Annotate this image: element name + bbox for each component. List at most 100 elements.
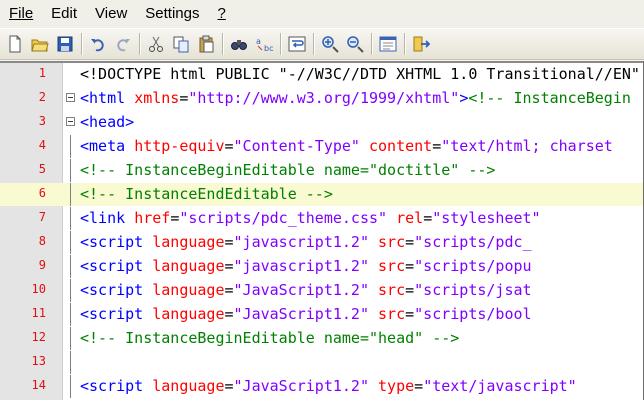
token-val: "Content-Type" <box>233 137 360 155</box>
token-val: "scripts/pdc_ <box>414 233 532 251</box>
fold-guide <box>70 183 71 206</box>
code-text: <!-- InstanceBeginEditable name="doctitl… <box>80 161 495 180</box>
code-line[interactable]: 2 <html xmlns="http://www.w3.org/1999/xht… <box>0 87 644 110</box>
copy-button[interactable] <box>170 33 192 55</box>
token-attr: src <box>378 257 406 275</box>
token-attr: href <box>134 209 171 227</box>
zoom-out-icon <box>347 36 364 53</box>
notepad-plus-window: File Edit View Settings ? a bc 1 <!DOCTYPE… <box>0 0 644 400</box>
open-folder-button[interactable] <box>29 33 51 55</box>
token-val: "http://www.w3.org/1999/xhtml" <box>188 89 460 107</box>
find-button[interactable] <box>228 33 250 55</box>
token-val: "scripts/popu <box>414 257 532 275</box>
code-text: <!-- InstanceEndEditable --> <box>80 185 333 204</box>
token-plain: = <box>224 257 234 275</box>
menu-help[interactable]: ? <box>208 2 234 26</box>
copy-icon <box>173 36 189 53</box>
svg-text:a: a <box>256 37 261 46</box>
code-line[interactable]: 13 <box>0 351 644 374</box>
zoom-in-button[interactable] <box>319 33 341 55</box>
token-attr: http-equiv <box>134 137 225 155</box>
token-attr: rel <box>396 209 424 227</box>
new-file-button[interactable] <box>4 33 26 55</box>
cut-icon <box>149 36 163 52</box>
code-text: <script language="JavaScript1.2" src="sc… <box>80 305 532 324</box>
zoom-in-icon <box>322 36 339 53</box>
menu-settings[interactable]: Settings <box>136 2 208 26</box>
token-plain: = <box>224 377 234 395</box>
token-cm: <!-- InstanceEndEditable --> <box>80 185 333 203</box>
code-line[interactable]: 12 <!-- InstanceBeginEditable name="head"… <box>0 327 644 350</box>
token-plain: = <box>405 233 415 251</box>
save-button[interactable] <box>54 33 76 55</box>
code-text: <meta http-equiv="Content-Type" content=… <box>80 137 613 156</box>
toolbar-separator <box>81 33 83 55</box>
menu-edit[interactable]: Edit <box>42 2 86 26</box>
code-line[interactable]: 3 <head> <box>0 111 644 134</box>
token-tag: <link <box>80 209 126 227</box>
token-tag: <script <box>80 233 144 251</box>
undo-button[interactable] <box>87 33 109 55</box>
token-cm: <!-- InstanceBeginEditable name="doctitl… <box>80 161 496 179</box>
menu-view[interactable]: View <box>86 2 136 26</box>
settings-window-button[interactable] <box>377 33 399 55</box>
line-number: 8 <box>38 234 46 248</box>
fold-guide <box>70 159 71 182</box>
code-text: <script language="JavaScript1.2" src="sc… <box>80 281 532 300</box>
token-tag: <script <box>80 257 144 275</box>
token-plain: = <box>405 257 415 275</box>
replace-button[interactable]: a bc <box>253 33 275 55</box>
token-tag: <script <box>80 281 144 299</box>
code-line[interactable]: 8 <script language="javascript1.2" src="s… <box>0 231 644 254</box>
code-line[interactable]: 7 <link href="scripts/pdc_theme.css" rel=… <box>0 207 644 230</box>
token-val: "text/javascript" <box>423 377 577 395</box>
code-line[interactable]: 11 <script language="JavaScript1.2" src="… <box>0 303 644 326</box>
token-plain: = <box>224 281 234 299</box>
paste-button[interactable] <box>195 33 217 55</box>
code-line[interactable]: 14 <script language="JavaScript1.2" type=… <box>0 375 644 398</box>
code-text: <!-- InstanceBeginEditable name="head" -… <box>80 329 459 348</box>
token-val: "JavaScript1.2" <box>233 305 369 323</box>
code-line[interactable]: 10 <script language="JavaScript1.2" src="… <box>0 279 644 302</box>
code-line[interactable]: 9 <script language="javascript1.2" src="s… <box>0 255 644 278</box>
token-plain: = <box>224 137 234 155</box>
open-folder-icon <box>31 39 49 52</box>
code-line[interactable]: 5 <!-- InstanceBeginEditable name="doctit… <box>0 159 644 182</box>
fold-toggle-icon[interactable] <box>66 93 75 102</box>
line-number: 11 <box>31 306 46 320</box>
exit-button[interactable] <box>410 33 432 55</box>
zoom-out-button[interactable] <box>344 33 366 55</box>
svg-text:bc: bc <box>264 44 273 53</box>
toolbar-separator <box>139 33 141 55</box>
token-plain: = <box>405 305 415 323</box>
code-text: <script language="javascript1.2" src="sc… <box>80 233 532 252</box>
fold-toggle-icon[interactable] <box>66 117 75 126</box>
code-editor[interactable]: 1 <!DOCTYPE html PUBLIC "-//W3C//DTD XHTM… <box>0 61 644 400</box>
redo-icon <box>117 39 130 52</box>
menu-file[interactable]: File <box>0 2 42 26</box>
code-line[interactable]: 1 <!DOCTYPE html PUBLIC "-//W3C//DTD XHTM… <box>0 63 644 86</box>
token-attr: content <box>369 137 433 155</box>
line-number: 10 <box>31 282 46 296</box>
fold-guide <box>70 207 71 230</box>
line-number: 3 <box>38 114 46 128</box>
paste-icon <box>199 35 214 53</box>
line-number: 9 <box>38 258 46 272</box>
new-file-icon <box>9 35 21 53</box>
word-wrap-button[interactable] <box>286 33 308 55</box>
token-tag: <html <box>80 89 126 107</box>
code-line[interactable]: 6 <!-- InstanceEndEditable --> <box>0 183 644 206</box>
cut-button[interactable] <box>145 33 167 55</box>
toolbar-separator <box>280 33 282 55</box>
code-text: <script language="javascript1.2" src="sc… <box>80 257 532 276</box>
code-line[interactable]: 4 <meta http-equiv="Content-Type" content… <box>0 135 644 158</box>
redo-button[interactable] <box>112 33 134 55</box>
token-attr: src <box>378 281 406 299</box>
token-val: "JavaScript1.2" <box>233 281 369 299</box>
